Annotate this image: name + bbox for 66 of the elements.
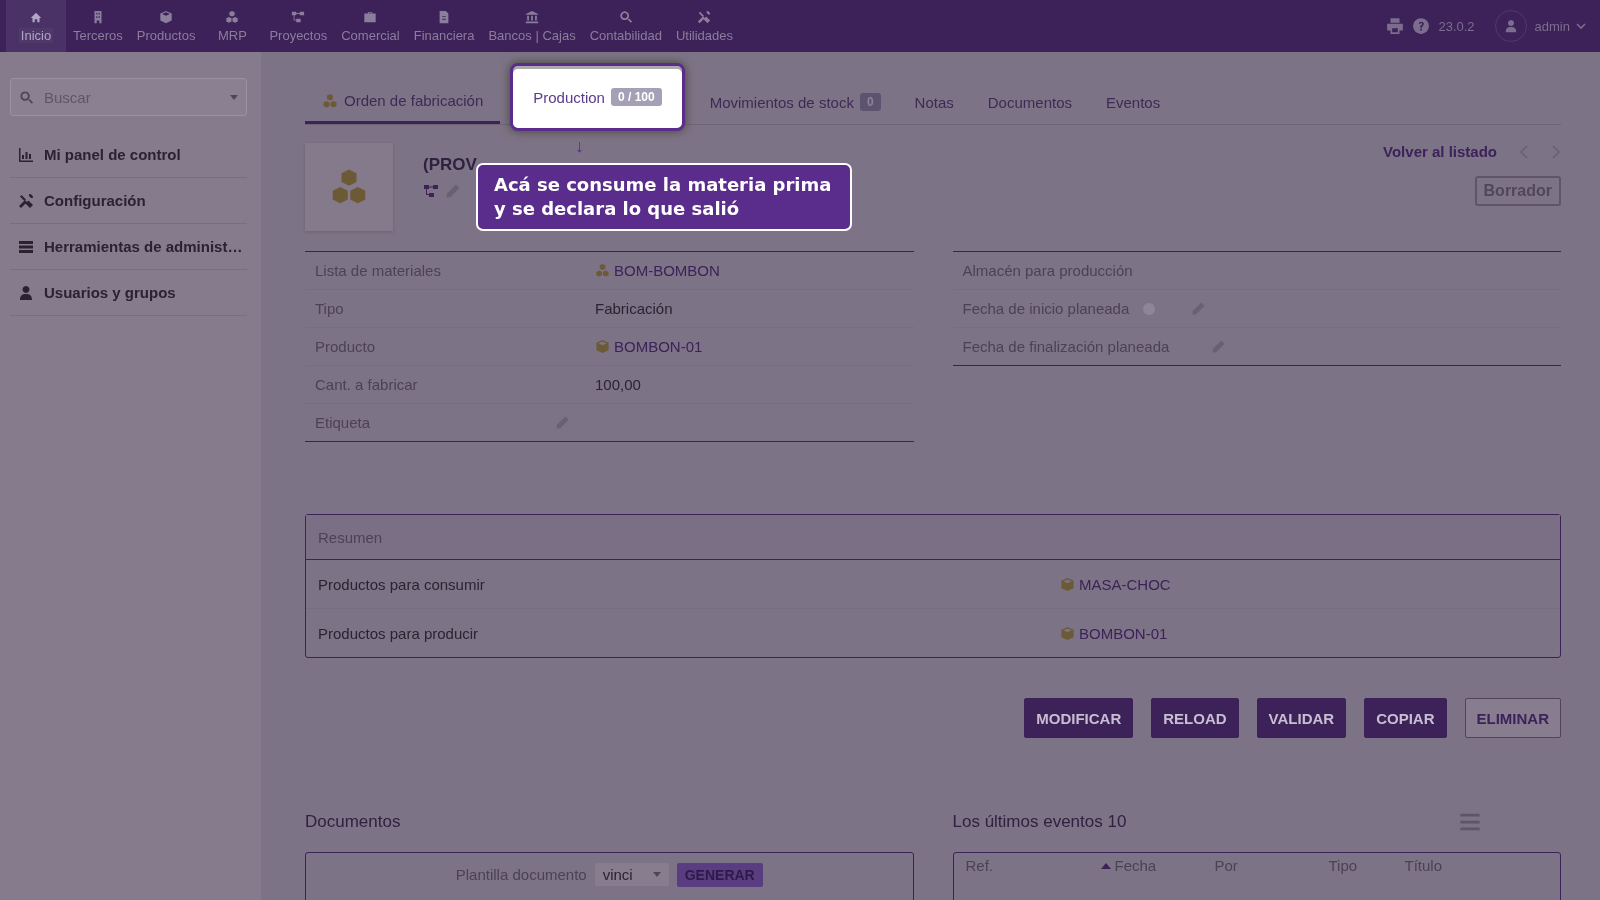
menu-tab[interactable]: Contabilidad: [582, 0, 669, 52]
action-button[interactable]: ELIMINAR: [1464, 698, 1561, 738]
record-title: (PROV: [423, 155, 477, 175]
tab[interactable]: Notas: [897, 80, 971, 124]
sidebar-item[interactable]: Herramientas de administ…: [44, 238, 243, 255]
row-label: Productos para consumir: [318, 575, 486, 593]
tools-icon: [697, 9, 712, 24]
user-icon: [18, 284, 34, 301]
box-icon: [1060, 576, 1075, 592]
action-button[interactable]: COPIAR: [1364, 698, 1447, 738]
menu-tab[interactable]: Proyectos: [262, 0, 335, 52]
tour-arrow: ↓: [575, 136, 584, 157]
tour-tooltip: Acá se consume la materia prima y se declara lo que salió: [476, 163, 852, 231]
bank-icon: [525, 9, 540, 24]
sitemap-icon: [291, 9, 306, 24]
box-icon: [159, 9, 174, 24]
row-label: Productos para producir: [318, 624, 480, 642]
menu-tab[interactable]: Bancos | Cajas: [481, 0, 583, 52]
box-icon: [1060, 625, 1075, 641]
section-title: Documentos: [305, 812, 401, 832]
menu-tab[interactable]: Utilidades: [668, 0, 740, 52]
caret-icon[interactable]: [1576, 22, 1586, 30]
tools-icon: [18, 192, 34, 209]
printer-icon: [1386, 17, 1405, 35]
menu-tab[interactable]: Productos: [129, 0, 203, 52]
field-link[interactable]: BOMBON-01: [614, 338, 703, 355]
cubes-icon: [225, 9, 240, 24]
box-icon: [595, 339, 610, 354]
chart-icon: [18, 146, 34, 163]
user-icon: [1503, 19, 1518, 33]
sidebar-item[interactable]: Configuración: [44, 192, 146, 209]
product-link[interactable]: BOMBON-01: [1079, 624, 1168, 642]
product-link[interactable]: MASA-CHOC: [1079, 575, 1171, 593]
action-button[interactable]: MODIFICAR: [1024, 698, 1134, 738]
action-button[interactable]: VALIDAR: [1256, 698, 1347, 738]
section-title: Los últimos eventos 10: [952, 812, 1127, 832]
field-value: Fabricación: [595, 300, 673, 317]
menu-tab[interactable]: Financiera: [406, 0, 482, 52]
template-select[interactable]: vinci: [594, 863, 669, 886]
field-value: 100,00: [595, 376, 641, 393]
menu-tab[interactable]: Inicio: [6, 0, 66, 52]
field-link[interactable]: BOM-BOMBON: [614, 262, 720, 279]
tab[interactable]: Documentos: [970, 80, 1089, 124]
briefcase-icon: [363, 9, 378, 24]
cubes-icon: [595, 263, 610, 278]
tab[interactable]: Orden de fabricación: [305, 80, 501, 124]
search-icon: [19, 89, 34, 105]
menu-tab[interactable]: Terceros: [66, 0, 130, 52]
menu-tab[interactable]: Comercial: [334, 0, 407, 52]
menu-tab[interactable]: MRP: [202, 0, 263, 52]
tab[interactable]: Production 0 / 100: [510, 63, 685, 131]
action-button[interactable]: RELOAD: [1151, 698, 1239, 738]
help-icon: [1412, 17, 1431, 35]
sidebar-item[interactable]: Usuarios y grupos: [44, 284, 176, 301]
sidebar-item[interactable]: Mi panel de control: [44, 146, 181, 163]
back-link[interactable]: Volver al listado: [1383, 143, 1497, 160]
user-menu[interactable]: admin: [1534, 18, 1570, 34]
menu-icon: [1459, 811, 1481, 833]
version-label: 23.0.2: [1438, 18, 1475, 34]
sitemap-icon: [423, 183, 439, 199]
list-icon: [18, 238, 34, 255]
sort-icon: [1100, 862, 1111, 869]
generate-button[interactable]: GENERAR: [676, 863, 763, 887]
cubes-icon: [322, 92, 338, 109]
tab[interactable]: Eventos: [1089, 80, 1178, 124]
search-icon: [618, 9, 633, 24]
